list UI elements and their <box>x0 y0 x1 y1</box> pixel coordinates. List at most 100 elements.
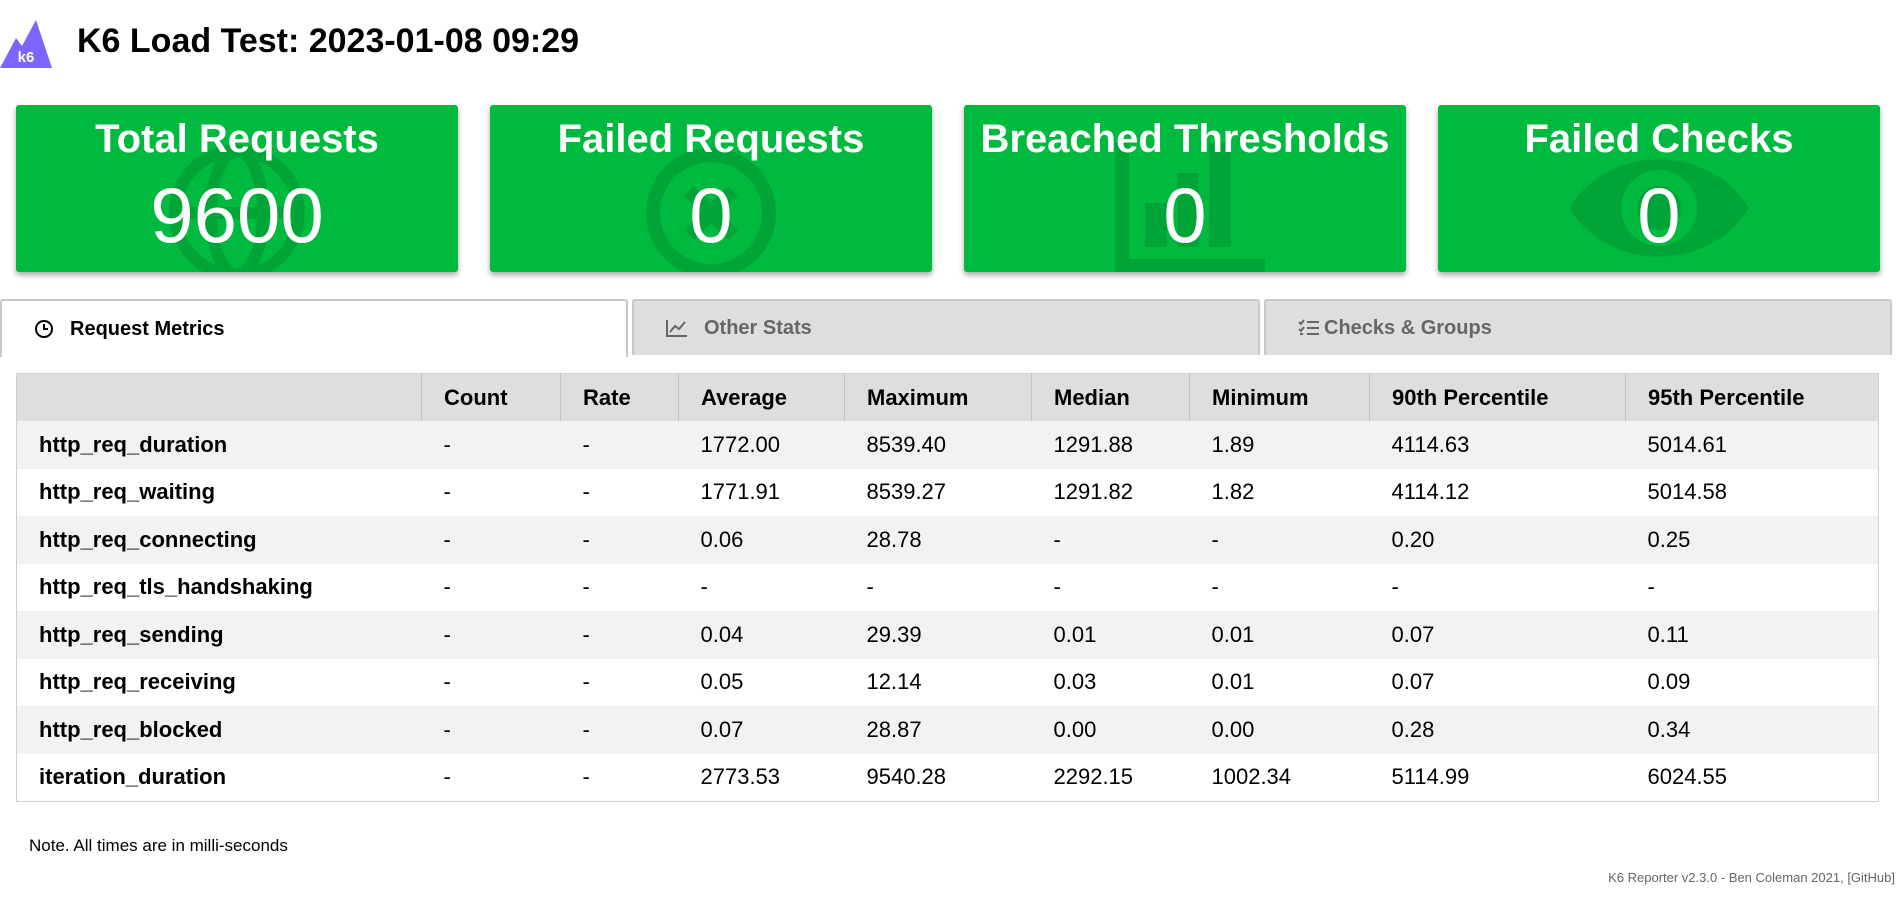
metric-value-cell: 4114.12 <box>1391 479 1470 505</box>
metric-value-cell: 2773.53 <box>700 764 781 790</box>
table-row: http_req_connecting - - 0.06 28.78 - - 0.20 0.25 <box>16 516 1879 564</box>
tab-label: Request Metrics <box>70 317 225 340</box>
metric-value-cell: 6024.55 <box>1647 764 1728 790</box>
column-header <box>16 373 422 421</box>
metric-value-cell: - <box>443 431 451 457</box>
column-header: Minimum <box>1189 373 1370 421</box>
logo-text: k6 <box>18 49 35 66</box>
table-header-row: Count Rate Average Maximum Median Minimu… <box>16 373 1879 421</box>
metric-value-cell: 1.89 <box>1211 431 1255 457</box>
metric-value-cell: 0.06 <box>700 526 744 552</box>
stat-breached-thresholds: Breached Thresholds 0 <box>964 105 1406 272</box>
stat-value: 0 <box>689 171 733 259</box>
table-row: http_req_receiving - - 0.05 12.14 0.03 0.01 0.0… <box>16 658 1879 706</box>
metric-value-cell: - <box>1053 574 1061 600</box>
metric-value-cell: 0.07 <box>1391 621 1435 647</box>
metric-value-cell: 0.07 <box>700 716 744 742</box>
metric-value-cell: - <box>1391 574 1399 600</box>
metric-value-cell: - <box>582 716 590 742</box>
metric-value-cell: 5014.58 <box>1647 479 1728 505</box>
tab-request-metrics[interactable]: Request Metrics <box>0 299 628 357</box>
metric-name-cell: http_req_tls_handshaking <box>39 574 313 600</box>
stat-title: Failed Checks <box>1524 117 1794 161</box>
stat-value: 0 <box>1163 171 1207 259</box>
clock-icon <box>34 319 54 339</box>
metric-value-cell: - <box>700 574 708 600</box>
table-row: http_req_tls_handshaking - - - - - - - - <box>16 563 1879 611</box>
metric-value-cell: 29.39 <box>866 621 922 647</box>
metric-value-cell: - <box>1211 526 1219 552</box>
metric-value-cell: 1772.00 <box>700 431 781 457</box>
metric-name-cell: http_req_blocked <box>39 716 223 742</box>
metric-value-cell: - <box>443 574 451 600</box>
metric-value-cell: 0.00 <box>1211 716 1255 742</box>
stat-value: 0 <box>1637 171 1681 259</box>
metric-value-cell: 0.11 <box>1647 621 1689 647</box>
column-header: Count <box>421 373 561 421</box>
metric-value-cell: 0.01 <box>1211 669 1255 695</box>
table-row: iteration_duration - - 2773.53 9540.28 2292.1… <box>16 753 1879 802</box>
tab-other-stats[interactable]: Other Stats <box>632 299 1260 355</box>
page-header: k6 K6 Load Test: 2023-01-08 09:29 <box>0 18 900 68</box>
metric-value-cell: 8539.27 <box>866 479 947 505</box>
column-header: Rate <box>560 373 679 421</box>
github-link[interactable]: [GitHub] <box>1847 870 1895 885</box>
metric-name-cell: http_req_connecting <box>39 526 257 552</box>
metric-value-cell: - <box>582 621 590 647</box>
checklist-icon <box>1298 319 1320 337</box>
metric-value-cell: - <box>582 479 590 505</box>
stat-total-requests: Total Requests 9600 <box>16 105 458 272</box>
metric-value-cell: 1291.82 <box>1053 479 1134 505</box>
metric-value-cell: 0.04 <box>700 621 744 647</box>
metric-value-cell: - <box>443 669 451 695</box>
metric-value-cell: - <box>443 479 451 505</box>
metric-value-cell: 8539.40 <box>866 431 947 457</box>
metric-value-cell: 0.00 <box>1053 716 1097 742</box>
metric-value-cell: - <box>866 574 874 600</box>
metric-value-cell: 2292.15 <box>1053 764 1134 790</box>
metric-value-cell: - <box>443 764 451 790</box>
table-row: http_req_sending - - 0.04 29.39 0.01 0.01 0.07 0… <box>16 611 1879 659</box>
stat-title: Failed Requests <box>557 117 865 161</box>
stat-title: Breached Thresholds <box>980 117 1390 161</box>
metric-value-cell: 1771.91 <box>700 479 781 505</box>
metric-value-cell: - <box>1211 574 1219 600</box>
metric-value-cell: 1002.34 <box>1211 764 1292 790</box>
table-row: http_req_blocked - - 0.07 28.87 0.00 0.00 0.28 0… <box>16 706 1879 754</box>
metric-value-cell: 28.87 <box>866 716 922 742</box>
metric-value-cell: 0.01 <box>1053 621 1097 647</box>
metric-value-cell: - <box>443 526 451 552</box>
metric-value-cell: 0.34 <box>1647 716 1691 742</box>
column-header: 90th Percentile <box>1369 373 1626 421</box>
footer-text: K6 Reporter v2.3.0 - Ben Coleman 2021, <box>1608 870 1848 885</box>
metric-value-cell: - <box>443 716 451 742</box>
stat-title: Total Requests <box>95 117 379 161</box>
metric-value-cell: 12.14 <box>866 669 922 695</box>
metric-value-cell: 0.09 <box>1647 669 1691 695</box>
metric-value-cell: 0.20 <box>1391 526 1435 552</box>
metric-value-cell: - <box>582 764 590 790</box>
stat-failed-requests: Failed Requests 0 <box>490 105 932 272</box>
metric-name-cell: http_req_receiving <box>39 669 236 695</box>
page-title: K6 Load Test: 2023-01-08 09:29 <box>77 22 580 60</box>
column-header: Average <box>678 373 845 421</box>
metric-value-cell: - <box>443 621 451 647</box>
metric-value-cell: - <box>582 431 590 457</box>
metric-value-cell: - <box>582 669 590 695</box>
metric-value-cell: 1.82 <box>1211 479 1255 505</box>
tab-checks-groups[interactable]: Checks & Groups <box>1264 299 1892 355</box>
metric-name-cell: http_req_duration <box>39 431 228 457</box>
column-header: 95th Percentile <box>1625 373 1879 421</box>
metric-value-cell: - <box>1053 526 1061 552</box>
metric-value-cell: 0.05 <box>700 669 744 695</box>
tab-label: Other Stats <box>704 316 812 339</box>
metric-value-cell: - <box>582 574 590 600</box>
metric-value-cell: - <box>582 526 590 552</box>
metric-value-cell: - <box>1647 574 1655 600</box>
request-metrics-table: Count Rate Average Maximum Median Minimu… <box>16 373 1879 802</box>
table-row: http_req_waiting - - 1771.91 8539.27 1291.82 1… <box>16 468 1879 516</box>
line-chart-icon <box>666 319 688 337</box>
tab-label: Checks & Groups <box>1324 316 1492 339</box>
stat-failed-checks: Failed Checks 0 <box>1438 105 1880 272</box>
column-header: Median <box>1031 373 1190 421</box>
